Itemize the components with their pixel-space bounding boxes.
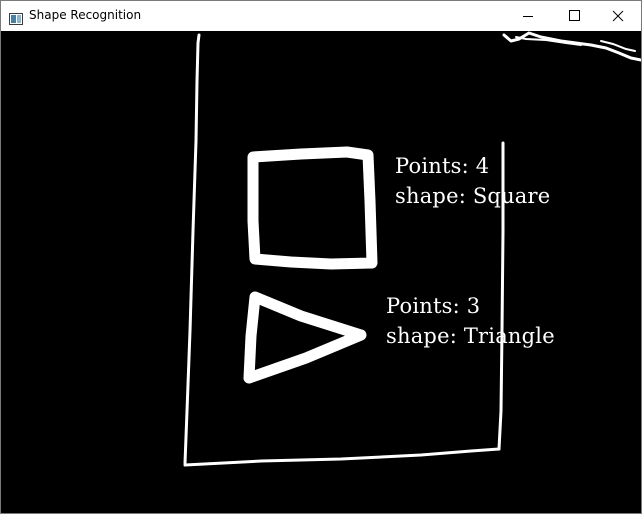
- square-shape-label: shape: Square: [395, 184, 551, 208]
- triangle-shape: [243, 291, 367, 384]
- paper-outline-left: [183, 33, 201, 465]
- maximize-button[interactable]: [551, 1, 597, 31]
- close-icon: [612, 10, 624, 22]
- triangle-shape-label: shape: Triangle: [386, 324, 555, 348]
- minimize-icon: [523, 16, 533, 17]
- paper-outline-bottom: [183, 447, 501, 467]
- title-bar[interactable]: Shape Recognition: [1, 1, 641, 31]
- opencv-window-icon: [9, 10, 23, 25]
- image-canvas: Points: 4 shape: Square Points: 3 shape:…: [1, 31, 641, 513]
- square-points-label: Points: 4: [395, 154, 490, 178]
- window-title: Shape Recognition: [29, 8, 142, 22]
- triangle-points-label: Points: 3: [386, 294, 481, 318]
- maximize-icon: [569, 10, 580, 21]
- minimize-button[interactable]: [505, 1, 551, 31]
- edge-drawing: [183, 31, 641, 467]
- square-shape: [247, 146, 378, 270]
- close-button[interactable]: [595, 1, 641, 31]
- app-window: Shape Recognition Points: 4 shape: Squar…: [0, 0, 642, 514]
